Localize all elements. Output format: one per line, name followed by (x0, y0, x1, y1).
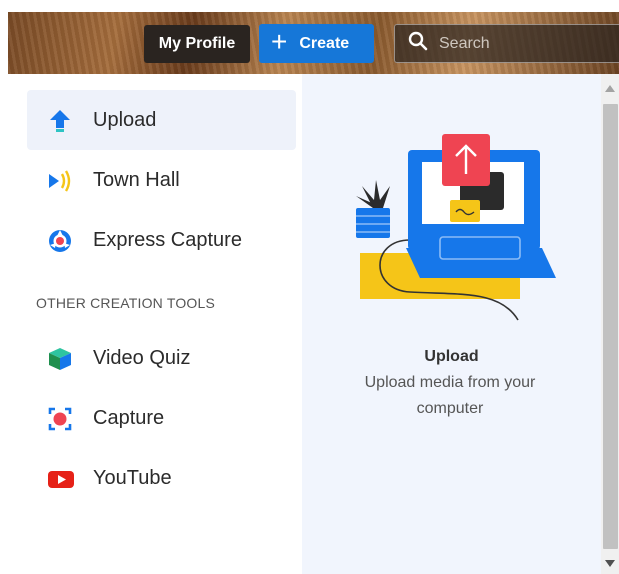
menu-item-label: YouTube (93, 467, 172, 489)
cube-icon (47, 346, 73, 372)
menu-item-upload[interactable]: Upload (27, 90, 296, 150)
menu-item-video-quiz[interactable]: Video Quiz (27, 328, 296, 388)
search-box[interactable] (394, 24, 619, 63)
search-icon (408, 31, 428, 56)
menu-item-label: Video Quiz (93, 347, 191, 369)
search-input[interactable] (439, 34, 599, 53)
preview-title: Upload (424, 348, 479, 365)
menu-item-label: Town Hall (93, 169, 180, 191)
scroll-thumb[interactable] (603, 104, 618, 549)
upload-illustration (356, 134, 556, 321)
scroll-down-arrow-icon[interactable] (605, 560, 615, 568)
create-button[interactable]: + Create (259, 24, 374, 63)
creation-menu: Upload Town Hall Express Capture OTHER C… (0, 74, 302, 574)
menu-item-label: Express Capture (93, 229, 242, 251)
menu-item-label: Capture (93, 407, 165, 429)
express-capture-icon (47, 228, 73, 254)
menu-item-capture[interactable]: Capture (27, 388, 296, 448)
plus-icon: + (271, 26, 288, 57)
broadcast-icon (47, 168, 73, 194)
my-profile-button[interactable]: My Profile (144, 25, 250, 63)
youtube-icon (47, 466, 74, 492)
menu-item-town-hall[interactable]: Town Hall (27, 150, 296, 210)
record-icon (47, 406, 73, 432)
menu-item-express-capture[interactable]: Express Capture (27, 210, 296, 270)
menu-item-youtube[interactable]: YouTube (27, 448, 296, 508)
create-label: Create (299, 34, 350, 52)
my-profile-label: My Profile (158, 35, 236, 52)
vertical-scrollbar[interactable] (601, 74, 619, 574)
section-label-other-tools: OTHER CREATION TOOLS (36, 295, 216, 311)
scroll-up-arrow-icon[interactable] (605, 84, 615, 92)
preview-description: Upload media from your computer (364, 374, 536, 417)
upload-arrow-icon (47, 108, 73, 134)
menu-item-label: Upload (93, 109, 157, 131)
